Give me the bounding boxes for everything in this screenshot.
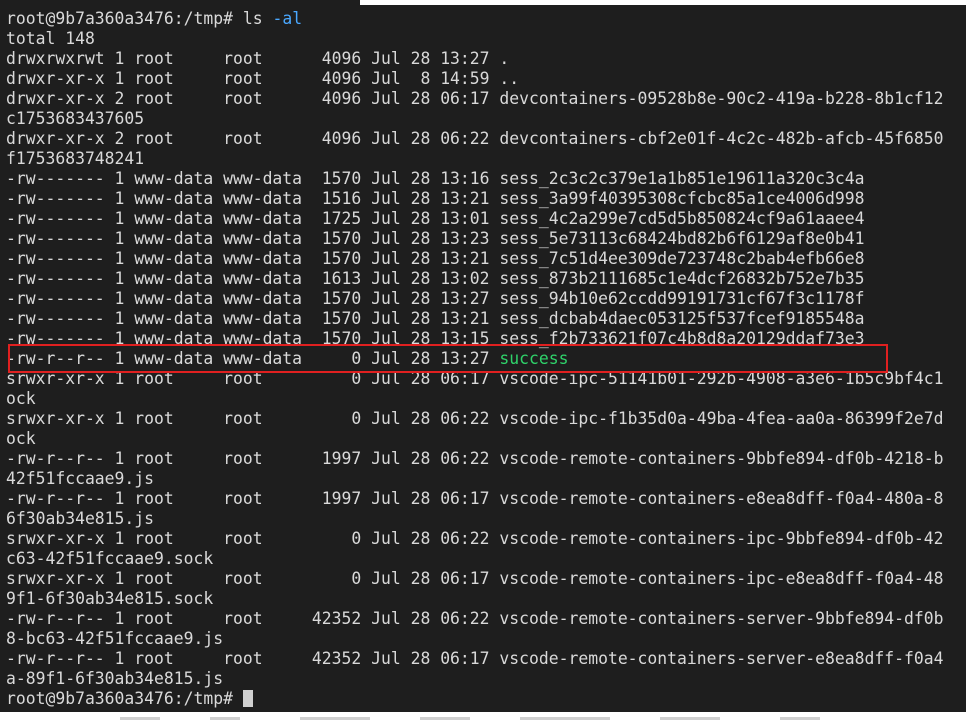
bottom-faint-text: [0, 712, 966, 722]
listing-line: -rw------- 1 www-data www-data 1570 Jul …: [6, 309, 865, 328]
listing-line: srwxr-xr-x 1 root root 0 Jul 28 06:22 vs…: [6, 409, 944, 428]
listing-line: f1753683748241: [6, 149, 145, 168]
listing-line: srwxr-xr-x 1 root root 0 Jul 28 06:17 vs…: [6, 569, 944, 588]
listing-line: -rw------- 1 www-data www-data 1570 Jul …: [6, 229, 865, 248]
listing-line: 8-bc63-42f51fccaae9.js: [6, 629, 224, 648]
command-line: root@9b7a360a3476:/tmp# ls -al: [6, 9, 966, 29]
listing-line: ock: [6, 429, 36, 448]
command: ls: [242, 9, 263, 28]
listing-line: drwxr-xr-x 2 root root 4096 Jul 28 06:22…: [6, 129, 944, 148]
prompt: root@9b7a360a3476:/tmp#: [6, 9, 233, 28]
listing-line: c1753683437605: [6, 109, 145, 128]
final-prompt-line[interactable]: root@9b7a360a3476:/tmp#: [6, 689, 966, 709]
listing-line: -rw------- 1 www-data www-data 1725 Jul …: [6, 209, 865, 228]
listing-line: -rw-r--r-- 1 root root 1997 Jul 28 06:17…: [6, 489, 944, 508]
listing-line: -rw------- 1 www-data www-data 1570 Jul …: [6, 289, 865, 308]
listing-line: -rw------- 1 www-data www-data 1570 Jul …: [6, 249, 865, 268]
cursor-block: [242, 690, 253, 707]
total-line: total 148: [6, 29, 95, 48]
listing-line: srwxr-xr-x 1 root root 0 Jul 28 06:22 vs…: [6, 529, 944, 548]
listing-line: 6f30ab34e815.js: [6, 509, 155, 528]
command-flag: -al: [272, 9, 303, 28]
terminal-window[interactable]: root@9b7a360a3476:/tmp# ls -al total 148…: [0, 0, 966, 712]
success-filename: success: [499, 349, 569, 368]
prompt: root@9b7a360a3476:/tmp#: [6, 689, 233, 708]
success-line: -rw-r--r-- 1 www-data www-data 0 Jul 28 …: [6, 349, 966, 369]
listing-line: -rw------- 1 www-data www-data 1570 Jul …: [6, 329, 865, 348]
listing-line: ock: [6, 389, 36, 408]
listing-line: -rw-r--r-- 1 root root 42352 Jul 28 06:1…: [6, 649, 944, 668]
terminal-output: root@9b7a360a3476:/tmp# ls -al total 148…: [6, 9, 966, 709]
listing-line: 42f51fccaae9.js: [6, 469, 155, 488]
listing-line: drwxr-xr-x 2 root root 4096 Jul 28 06:17…: [6, 89, 944, 108]
listing-line: a-89f1-6f30ab34e815.js: [6, 669, 224, 688]
listing-line: 9f1-6f30ab34e815.sock: [6, 589, 214, 608]
listing-line: -rw-r--r-- 1 root root 1997 Jul 28 06:22…: [6, 449, 944, 468]
listing-line: srwxr-xr-x 1 root root 0 Jul 28 06:17 vs…: [6, 369, 944, 388]
top-strip-right: [360, 0, 966, 5]
listing-line: -rw------- 1 www-data www-data 1613 Jul …: [6, 269, 865, 288]
listing-line: -rw------- 1 www-data www-data 1516 Jul …: [6, 189, 865, 208]
listing-line: -rw-r--r-- 1 root root 42352 Jul 28 06:2…: [6, 609, 944, 628]
listing-line: -rw------- 1 www-data www-data 1570 Jul …: [6, 169, 865, 188]
listing-line: c63-42f51fccaae9.sock: [6, 549, 214, 568]
success-line-details: -rw-r--r-- 1 www-data www-data 0 Jul 28 …: [6, 349, 500, 368]
listing-line: drwxrwxrwt 1 root root 4096 Jul 28 13:27…: [6, 49, 510, 68]
listing-line: drwxr-xr-x 1 root root 4096 Jul 8 14:59 …: [6, 69, 520, 88]
